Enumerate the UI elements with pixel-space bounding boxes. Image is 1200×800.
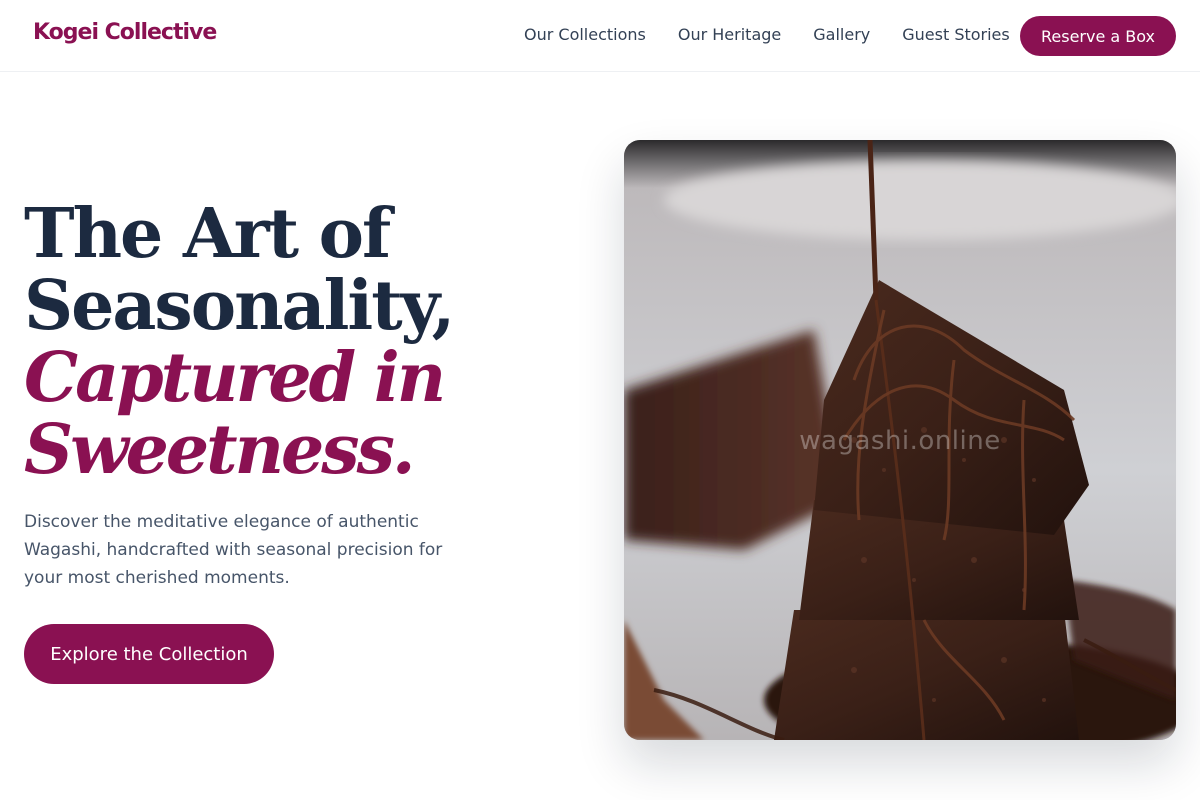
brand-logo[interactable]: Kogei Collective	[33, 20, 217, 45]
hero-image: wagashi.online	[624, 140, 1176, 740]
nav-link-guest-stories[interactable]: Guest Stories	[902, 24, 1010, 46]
site-header: Kogei Collective Our Collections Our Her…	[0, 0, 1200, 72]
hero-title-line: The Art of	[24, 194, 391, 274]
main-nav: Our Collections Our Heritage Gallery Gue…	[524, 24, 1010, 46]
hero-description: Discover the meditative elegance of auth…	[24, 512, 443, 588]
image-watermark: wagashi.online	[799, 426, 1001, 456]
hero-title-accent-line: Sweetness.	[24, 410, 416, 490]
nav-link-gallery[interactable]: Gallery	[813, 24, 870, 46]
nav-link-our-collections[interactable]: Our Collections	[524, 24, 646, 46]
explore-collection-button[interactable]: Explore the Collection	[24, 624, 274, 684]
hero-title-line: Seasonality,	[24, 266, 455, 346]
reserve-box-button[interactable]: Reserve a Box	[1020, 16, 1176, 56]
hero-title: The Art of Seasonality, Captured in Swee…	[24, 198, 584, 486]
hero-title-accent-line: Captured in	[24, 338, 446, 418]
nav-link-our-heritage[interactable]: Our Heritage	[678, 24, 781, 46]
